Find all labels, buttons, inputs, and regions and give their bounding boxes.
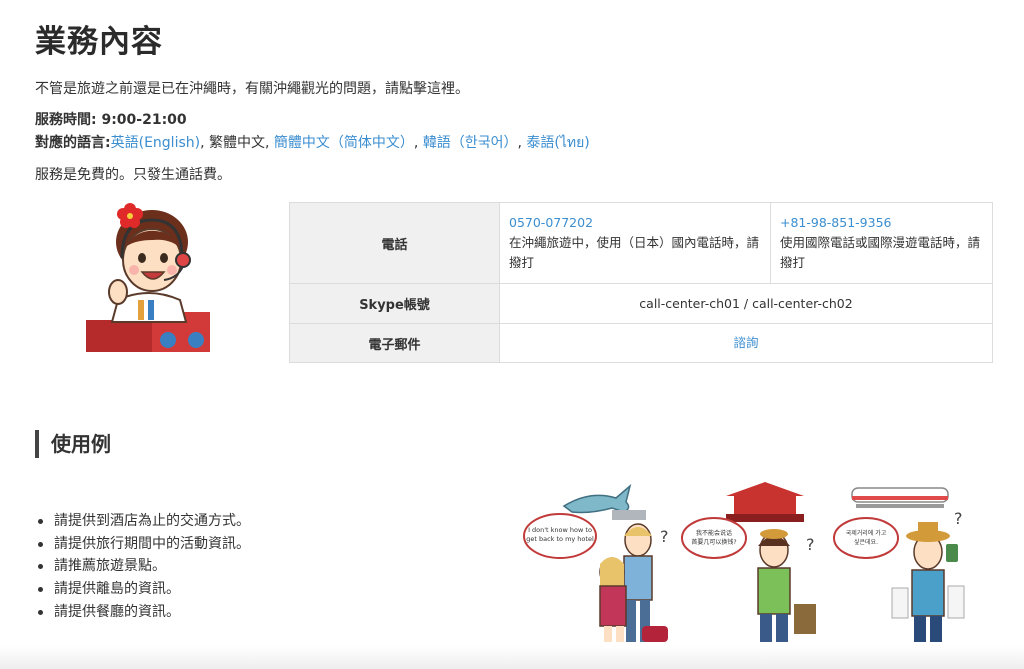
phone-row: 電話 0570-077202 在沖繩旅遊中，使用（日本）國內電話時，請撥打 +8…	[289, 202, 993, 284]
list-item: 請提供離島的資訊。	[36, 578, 250, 601]
usage-section-title: 使用例	[35, 430, 111, 458]
scene-monorail-tourist: 국제거리에 가고 싶은데요. ?	[833, 487, 965, 642]
domestic-phone-link[interactable]: 0570-077202	[509, 215, 593, 230]
lang-separator: ,	[265, 135, 274, 151]
free-service-note: 服務是免費的。只發生通話費。	[35, 167, 231, 183]
lang-english-link[interactable]: 英語(English)	[111, 135, 200, 151]
list-item: 請提供到酒店為止的交通方式。	[36, 510, 250, 533]
scene-lost-couple: I don't know how to get back to my hotel…	[523, 483, 669, 642]
skype-row: Skype帳號 call-center-ch01 / call-center-c…	[289, 283, 993, 324]
intl-phone-cell: +81-98-851-9356 使用國際電話或國際漫遊電話時，請撥打	[770, 202, 993, 284]
list-item: 請提供餐廳的資訊。	[36, 601, 250, 624]
contact-table: 電話 0570-077202 在沖繩旅遊中，使用（日本）國內電話時，請撥打 +8…	[289, 202, 993, 363]
lang-separator: ,	[413, 135, 423, 151]
question-mark: ?	[806, 535, 815, 554]
intl-phone-note: 使用國際電話或國際漫遊電話時，請撥打	[780, 235, 981, 270]
speech-bubble-chinese-line2: 首要几可以换钱?	[691, 538, 736, 546]
domestic-phone-note: 在沖繩旅遊中，使用（日本）國內電話時，請撥打	[509, 235, 760, 270]
domestic-phone-cell: 0570-077202 在沖繩旅遊中，使用（日本）國內電話時，請撥打	[499, 202, 771, 284]
question-mark: ?	[954, 509, 963, 528]
lang-korean-link[interactable]: 韓語（한국어）	[423, 135, 518, 151]
question-mark: ?	[660, 527, 669, 546]
usage-examples-list: 請提供到酒店為止的交通方式。 請提供旅行期間中的活動資訊。 請推薦旅遊景點。 請…	[36, 510, 250, 623]
lang-thai-link[interactable]: 泰語(ไทย)	[526, 135, 589, 151]
speech-bubble-english: I don't know how to	[528, 526, 592, 534]
service-hours: 服務時間: 9:00-21:00	[35, 112, 187, 128]
speech-bubble-korean: 국제거리에 가고	[846, 529, 887, 537]
list-item: 請推薦旅遊景點。	[36, 555, 250, 578]
page-title: 業務內容	[35, 24, 163, 60]
lang-simplified-link[interactable]: 簡體中文（简体中文）	[274, 135, 414, 151]
tourist-scenes-illustration: I don't know how to get back to my hotel…	[523, 482, 965, 642]
email-header: 電子郵件	[289, 323, 500, 363]
scene-castle-tourist: 我不能会说话 首要几可以换钱? ?	[681, 482, 816, 642]
call-center-mascot-image	[86, 203, 210, 352]
lang-traditional: 繁體中文	[209, 135, 265, 151]
skype-value: call-center-ch01 / call-center-ch02	[499, 283, 993, 324]
phone-header: 電話	[289, 202, 500, 284]
speech-bubble-english-line2: get back to my hotel	[526, 535, 594, 543]
email-cell: 諮詢	[499, 323, 993, 363]
lang-separator: ,	[200, 135, 209, 151]
languages-label: 對應的語言:	[35, 135, 111, 151]
intl-phone-link[interactable]: +81-98-851-9356	[780, 215, 892, 230]
footer-fade	[0, 646, 1024, 669]
supported-languages: 對應的語言:英語(English), 繁體中文, 簡體中文（简体中文）, 韓語（…	[35, 132, 590, 154]
email-row: 電子郵件 諮詢	[289, 323, 993, 363]
email-inquiry-link[interactable]: 諮詢	[733, 335, 758, 350]
speech-bubble-chinese: 我不能会说话	[696, 529, 732, 537]
list-item: 請提供旅行期間中的活動資訊。	[36, 533, 250, 556]
skype-header: Skype帳號	[289, 283, 500, 324]
speech-bubble-korean-line2: 싶은데요.	[854, 538, 878, 546]
intro-text: 不管是旅遊之前還是已在沖繩時，有關沖繩觀光的問題，請點擊這裡。	[35, 81, 469, 97]
